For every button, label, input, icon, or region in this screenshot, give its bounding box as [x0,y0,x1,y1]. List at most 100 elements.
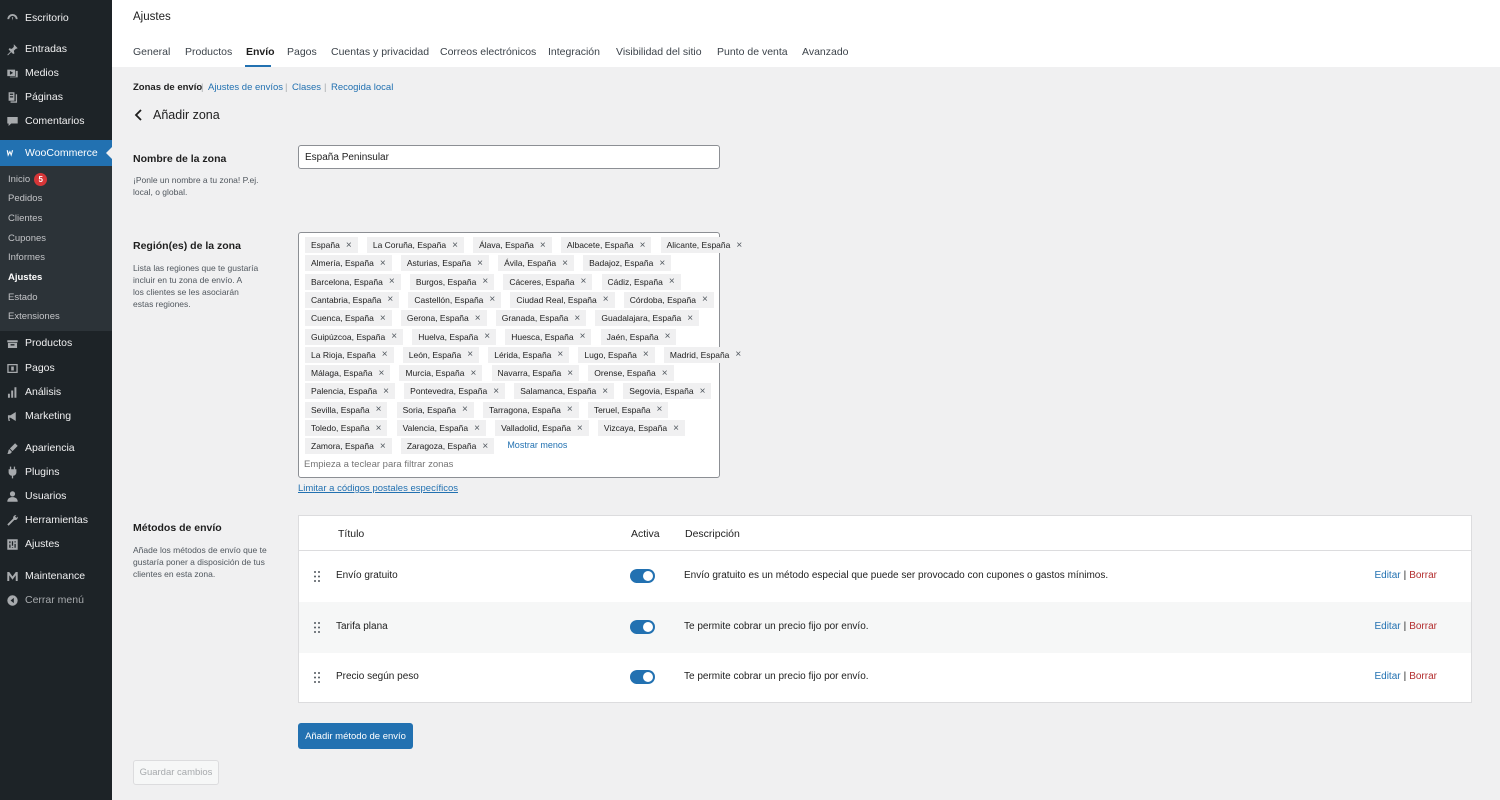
remove-region-icon[interactable]: × [736,240,742,251]
remove-region-icon[interactable]: × [474,423,480,434]
tab-cuentas-privacidad[interactable]: Cuentas y privacidad [331,46,429,58]
remove-region-icon[interactable]: × [700,386,706,397]
remove-region-icon[interactable]: × [452,240,458,251]
drag-handle-icon[interactable] [313,671,321,684]
remove-region-icon[interactable]: × [462,404,468,415]
tab-pagos[interactable]: Pagos [287,46,317,58]
edit-method-link[interactable]: Editar [1374,621,1400,632]
sidebar-item-usuarios[interactable]: Usuarios [0,484,112,508]
remove-region-icon[interactable]: × [376,404,382,415]
tab-punto-de-venta[interactable]: Punto de venta [717,46,788,58]
tab-general[interactable]: General [133,46,170,58]
sidebar-item-entradas[interactable]: Entradas [0,37,112,61]
remove-region-icon[interactable]: × [540,240,546,251]
region-filter-input[interactable]: Empieza a teclear para filtrar zonas [304,459,453,470]
subnav-ajustes-envios[interactable]: Ajustes de envíos [208,82,283,93]
remove-region-icon[interactable]: × [380,441,386,452]
delete-method-link[interactable]: Borrar [1409,671,1437,682]
sidebar-item-maintenance[interactable]: Maintenance [0,564,112,588]
tab-avanzado[interactable]: Avanzado [802,46,849,58]
sidebar-item-marketing[interactable]: Marketing [0,404,112,428]
remove-region-icon[interactable]: × [380,313,386,324]
tab-visibilidad[interactable]: Visibilidad del sitio [616,46,702,58]
method-enabled-toggle[interactable] [630,620,655,634]
remove-region-icon[interactable]: × [702,294,708,305]
remove-region-icon[interactable]: × [380,258,386,269]
remove-region-icon[interactable]: × [391,331,397,342]
tab-productos[interactable]: Productos [185,46,232,58]
method-enabled-toggle[interactable] [630,670,655,684]
edit-method-link[interactable]: Editar [1374,570,1400,581]
chevron-left-icon[interactable] [134,109,143,121]
sidebar-item-escritorio[interactable]: Escritorio [0,6,112,30]
remove-region-icon[interactable]: × [567,404,573,415]
remove-region-icon[interactable]: × [484,331,490,342]
tab-correos[interactable]: Correos electrónicos [440,46,536,58]
remove-region-icon[interactable]: × [482,276,488,287]
remove-region-icon[interactable]: × [581,276,587,287]
remove-region-icon[interactable]: × [482,441,488,452]
remove-region-icon[interactable]: × [662,368,668,379]
tab-envio[interactable]: Envío [246,46,275,58]
submenu-item-clientes[interactable]: Clientes [8,213,42,224]
remove-region-icon[interactable]: × [493,386,499,397]
remove-region-icon[interactable]: × [477,258,483,269]
method-enabled-toggle[interactable] [630,569,655,583]
sidebar-item-herramientas[interactable]: Herramientas [0,508,112,532]
add-shipping-method-button[interactable]: Añadir método de envío [298,723,413,749]
submenu-item-ajustes[interactable]: Ajustes [8,272,42,283]
sidebar-item-analisis[interactable]: Análisis [0,380,112,404]
remove-region-icon[interactable]: × [382,349,388,360]
sidebar-item-paginas[interactable]: Páginas [0,85,112,109]
remove-region-icon[interactable]: × [567,368,573,379]
remove-region-icon[interactable]: × [669,276,675,287]
subnav-zonas[interactable]: Zonas de envío [133,82,202,93]
submenu-item-inicio[interactable]: Inicio 5 [8,173,48,186]
sidebar-item-ajustes[interactable]: Ajustes [0,532,112,556]
regions-selector[interactable]: Mostrar menos Empieza a teclear para fil… [298,232,749,478]
edit-method-link[interactable]: Editar [1374,671,1400,682]
delete-method-link[interactable]: Borrar [1409,570,1437,581]
sidebar-item-plugins[interactable]: Plugins [0,460,112,484]
sidebar-item-medios[interactable]: Medios [0,61,112,85]
drag-handle-icon[interactable] [313,621,321,634]
remove-region-icon[interactable]: × [562,258,568,269]
remove-region-icon[interactable]: × [577,423,583,434]
collapse-menu-button[interactable]: Cerrar menú [0,588,112,612]
remove-region-icon[interactable]: × [687,313,693,324]
remove-region-icon[interactable]: × [467,349,473,360]
drag-handle-icon[interactable] [313,570,321,583]
remove-region-icon[interactable]: × [389,276,395,287]
subnav-clases[interactable]: Clases [292,82,321,93]
subnav-recogida-local[interactable]: Recogida local [331,82,393,93]
remove-region-icon[interactable]: × [557,349,563,360]
remove-region-icon[interactable]: × [659,258,665,269]
remove-region-icon[interactable]: × [378,368,384,379]
remove-region-icon[interactable]: × [489,294,495,305]
tab-integracion[interactable]: Integración [548,46,600,58]
remove-region-icon[interactable]: × [574,313,580,324]
remove-region-icon[interactable]: × [376,423,382,434]
submenu-item-estado[interactable]: Estado [8,292,38,303]
remove-region-icon[interactable]: × [640,240,646,251]
remove-region-icon[interactable]: × [657,404,663,415]
remove-region-icon[interactable]: × [383,386,389,397]
sidebar-item-comentarios[interactable]: Comentarios [0,109,112,133]
remove-region-icon[interactable]: × [471,368,477,379]
submenu-item-cupones[interactable]: Cupones [8,233,46,244]
show-less-link[interactable]: Mostrar menos [507,440,567,450]
remove-region-icon[interactable]: × [580,331,586,342]
save-changes-button[interactable]: Guardar cambios [133,760,219,785]
sidebar-item-woocommerce[interactable]: WooCommerce [0,140,112,166]
submenu-item-extensiones[interactable]: Extensiones [8,311,60,322]
delete-method-link[interactable]: Borrar [1409,621,1437,632]
remove-region-icon[interactable]: × [673,423,679,434]
remove-region-icon[interactable]: × [346,240,352,251]
remove-region-icon[interactable]: × [665,331,671,342]
limit-postal-codes-link[interactable]: Limitar a códigos postales específicos [298,483,458,494]
remove-region-icon[interactable]: × [387,294,393,305]
remove-region-icon[interactable]: × [602,386,608,397]
sidebar-item-productos[interactable]: Productos [0,331,112,355]
remove-region-icon[interactable]: × [735,349,741,360]
remove-region-icon[interactable]: × [643,349,649,360]
